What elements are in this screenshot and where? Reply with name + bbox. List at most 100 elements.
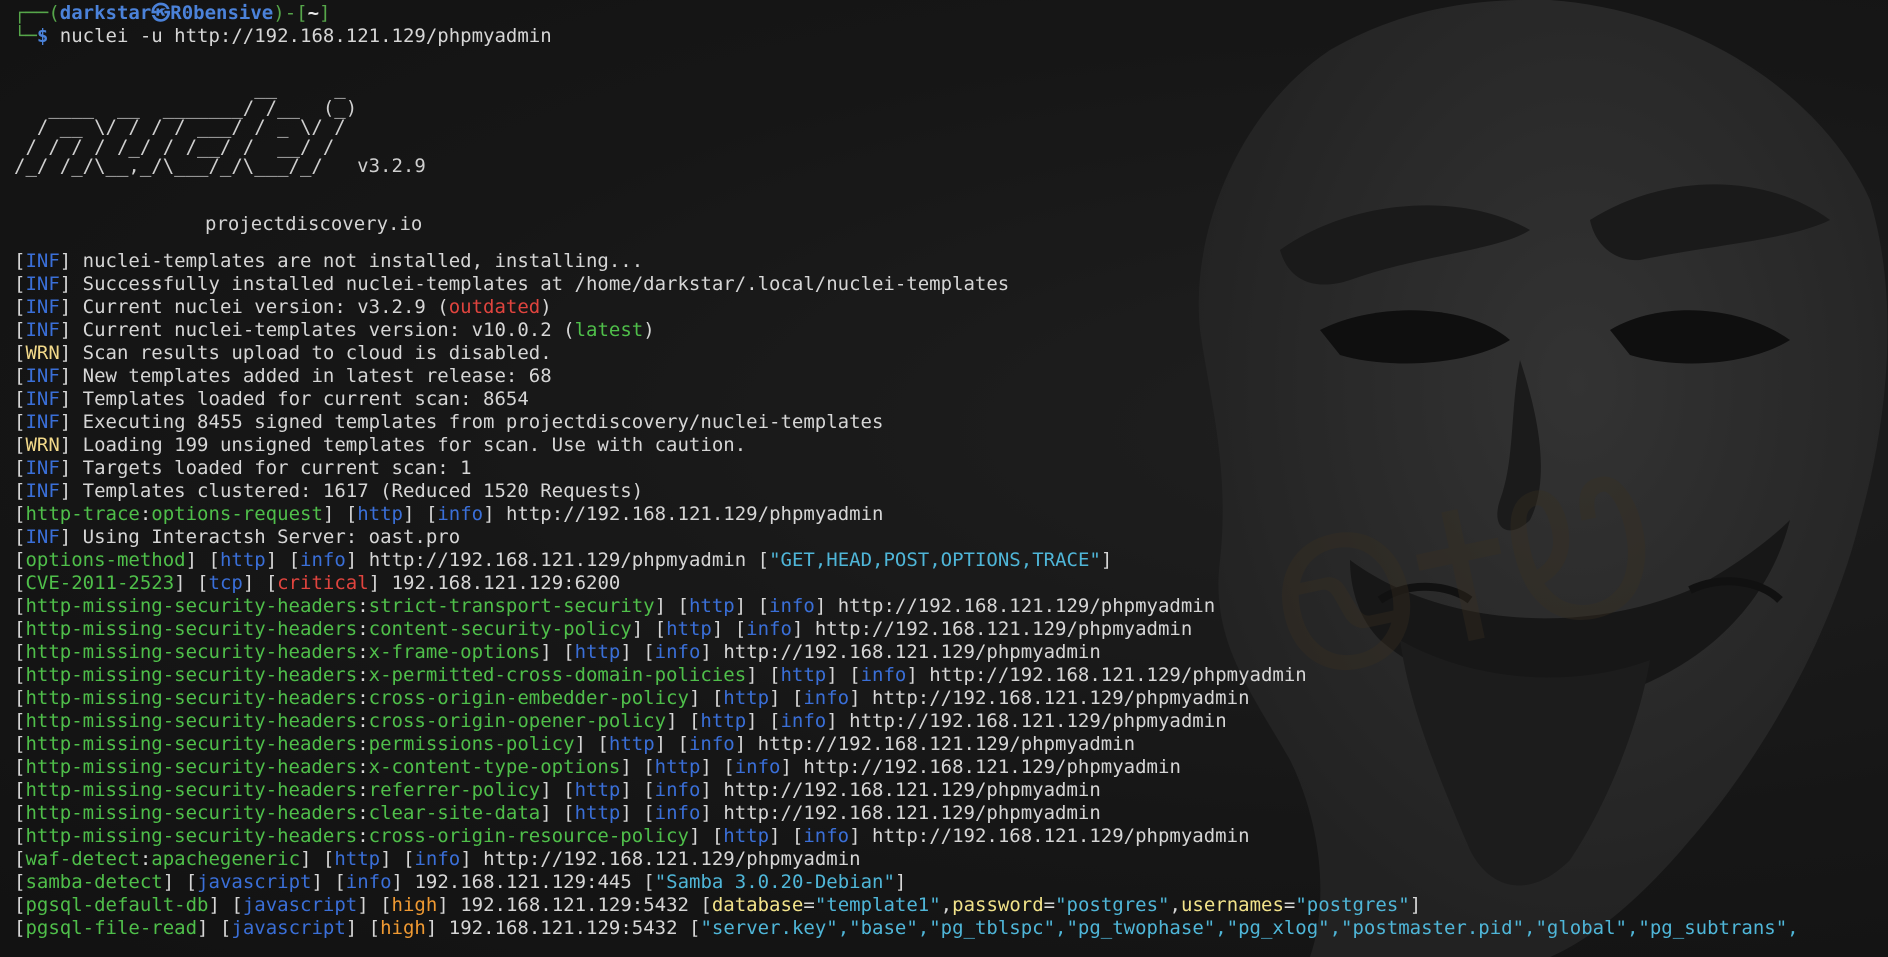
bracket: ] [ (322, 503, 358, 525)
separator: : (357, 664, 369, 686)
bracket: [ (14, 871, 26, 893)
target-url: http://192.168.121.129/phpmyadmin (723, 641, 1101, 663)
protocol-tag: javascript (197, 871, 312, 893)
bracket: [ (14, 273, 26, 295)
target-url: http://192.168.121.129/phpmyadmin (837, 595, 1216, 617)
bracket: [ (14, 825, 26, 847)
extracted-key: password (952, 894, 1044, 916)
command-line: └─$ nuclei -u http://192.168.121.129/php… (14, 25, 552, 47)
log-line: [INF] Templates clustered: 1617 (Reduced… (14, 480, 1888, 503)
severity-tag: high (380, 917, 426, 939)
target-url: http://192.168.121.129/phpmyadmin (723, 802, 1101, 824)
bracket: [ (14, 342, 26, 364)
info-tag: INF (25, 411, 60, 433)
template-id: pgsql-default-db (25, 894, 209, 916)
result-line: [http-missing-security-headers:permissio… (14, 733, 1888, 756)
log-message: New templates added in latest release: 6… (82, 365, 552, 387)
prompt-user: darkstar (59, 2, 152, 24)
bracket: ] [ (620, 779, 655, 801)
bracket: [ (688, 917, 701, 939)
bracket: [ (643, 871, 655, 893)
log-message: Scan results upload to cloud is disabled… (82, 342, 552, 364)
target-url: http://192.168.121.129/phpmyadmin (483, 848, 861, 870)
info-tag: INF (25, 365, 60, 387)
bracket: ] [ (746, 710, 781, 732)
log-line: [INF] Templates loaded for current scan:… (14, 388, 1888, 411)
bracket: ] [ (380, 848, 415, 870)
bracket: [ (14, 894, 26, 916)
bracket: ] [ (666, 710, 701, 732)
equals: = (1283, 894, 1296, 916)
target-url: http://192.168.121.129/phpmyadmin (929, 664, 1307, 686)
result-line: [http-missing-security-headers:content-s… (14, 618, 1888, 641)
bracket: [ (14, 503, 26, 525)
result-line: [http-missing-security-headers:referrer-… (14, 779, 1888, 802)
bracket: ] [ (197, 917, 232, 939)
bracket: ] (425, 917, 449, 939)
severity-tag: info (688, 733, 735, 755)
banner: __ _ ____ __ _______/ /__ (_) / __ \/ / … (14, 71, 1888, 197)
log-message: ) (540, 296, 552, 318)
terminal-output: ┌──(darkstar㉿R0bensive)-[~] └─$ nuclei -… (14, 2, 1888, 940)
log-message: Successfully installed nuclei-templates … (82, 273, 1010, 295)
bracket: [ (14, 250, 26, 272)
bracket: ] (59, 342, 83, 364)
equals: = (1043, 894, 1056, 916)
command-text: nuclei -u http://192.168.121.129/phpmyad… (59, 25, 552, 47)
log-message: Executing 8455 signed templates from pro… (82, 411, 884, 433)
extracted-key: database (711, 894, 804, 916)
bracket: ] (368, 572, 392, 594)
protocol-tag: http (357, 503, 403, 525)
terminal-window[interactable]: Ꮻ✝Ꮼ ┌──(darkstar㉿R0bensive)-[~] └─$ nucl… (0, 0, 1888, 957)
log-message: nuclei-templates are not installed, inst… (82, 250, 644, 272)
target-url: 192.168.121.129:5432 (460, 894, 689, 916)
info-tag: INF (25, 273, 60, 295)
protocol-tag: http (723, 825, 770, 847)
template-id: http-missing-security-headers (25, 687, 358, 709)
bracket: ] [ (769, 825, 804, 847)
result-line: [http-missing-security-headers:x-frame-o… (14, 641, 1888, 664)
version-status: outdated (448, 296, 541, 318)
target-url: http://192.168.121.129/phpmyadmin (757, 733, 1136, 755)
separator: : (357, 641, 369, 663)
separator: : (357, 618, 369, 640)
target-url: http://192.168.121.129/phpmyadmin (872, 825, 1250, 847)
bracket: [ (14, 365, 26, 387)
bracket: ] [ (357, 894, 392, 916)
bracket: ] (460, 848, 484, 870)
bracket: ] [ (162, 871, 198, 893)
template-id: http-missing-security-headers (25, 733, 358, 755)
separator: : (357, 710, 369, 732)
bracket: ] (59, 411, 83, 433)
matcher-name: clear-site-data (368, 802, 541, 824)
bracket: ] [ (654, 595, 689, 617)
bracket: ] [ (540, 779, 575, 801)
info-tag: INF (25, 480, 60, 502)
bracket: [ (14, 848, 26, 870)
bracket: [ (14, 917, 26, 939)
severity-tag: info (654, 802, 701, 824)
info-tag: INF (25, 250, 60, 272)
bracket: [ (14, 526, 26, 548)
log-message: Templates clustered: 1617 (Reduced 1520 … (82, 480, 644, 502)
separator: : (357, 802, 369, 824)
protocol-tag: http (608, 733, 655, 755)
results-list: [http-trace:options-request] [http] [inf… (14, 503, 1888, 940)
template-id: http-missing-security-headers (25, 756, 358, 778)
bracket: ] [ (540, 802, 575, 824)
template-id: http-missing-security-headers (25, 779, 358, 801)
target-url: http://192.168.121.129/phpmyadmin (368, 549, 747, 571)
result-line: [http-trace:options-request] [http] [inf… (14, 503, 1888, 526)
separator: : (139, 503, 152, 525)
separator: : (357, 687, 369, 709)
comma: , (940, 894, 953, 916)
result-line: [samba-detect] [javascript] [info] 192.1… (14, 871, 1888, 894)
bracket: ] (1100, 549, 1113, 571)
severity-tag: info (803, 687, 850, 709)
bracket: ] (1409, 894, 1422, 916)
template-id: options-method (25, 549, 186, 571)
bracket: ] (391, 871, 415, 893)
bracket: ] (59, 250, 83, 272)
bracket: ] [ (540, 641, 575, 663)
severity-tag: info (860, 664, 907, 686)
